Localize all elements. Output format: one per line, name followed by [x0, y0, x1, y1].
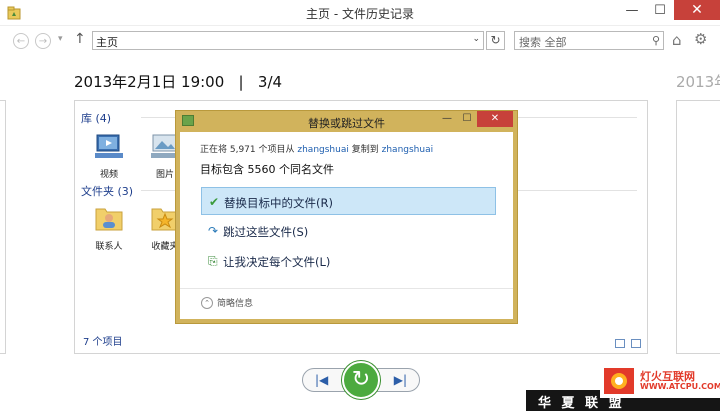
watermark-site-url: WWW.ATCPU.COM: [640, 382, 720, 391]
dialog-maximize-button[interactable]: ☐: [457, 111, 477, 127]
view-toggle: [615, 339, 641, 348]
copy-mid: 复制到: [351, 145, 379, 155]
divider: [180, 288, 513, 289]
copy-progress-line: 正在将 5,971 个项目从 zhangshuai 复制到 zhangshuai: [200, 142, 433, 155]
search-input[interactable]: 搜索 全部 ⚲: [514, 31, 664, 50]
fewer-details-toggle[interactable]: ⌃ 简略信息: [201, 296, 253, 309]
folder-item-contacts[interactable]: 联系人: [89, 203, 129, 252]
address-text: 主页: [96, 36, 118, 49]
video-library-icon: [95, 134, 123, 158]
window-controls: — ☐ ✕: [618, 0, 720, 26]
recent-locations-button[interactable]: ▾: [58, 34, 63, 44]
dialog-window-controls: — ☐ ✕: [437, 111, 513, 127]
library-group-label: 库 (4): [81, 112, 112, 125]
address-dropdown-icon[interactable]: ⌄: [472, 34, 480, 44]
option-label: 替换目标中的文件(R): [224, 196, 333, 210]
conflict-summary: 目标包含 5560 个同名文件: [200, 163, 334, 176]
dialog-title-bar[interactable]: 替换或跳过文件 — ☐ ✕: [176, 111, 517, 131]
back-button[interactable]: ←: [13, 33, 29, 49]
skip-arrow-icon: ↷: [208, 224, 219, 238]
address-bar[interactable]: 主页 ⌄: [92, 31, 484, 50]
forward-button[interactable]: →: [35, 33, 51, 49]
fewer-details-label: 简略信息: [217, 299, 254, 309]
copy-prefix: 正在将 5,971 个项目从: [200, 145, 295, 155]
skip-files-option[interactable]: ↷ 跳过这些文件(S): [201, 217, 496, 245]
copy-destination-link[interactable]: zhangshuai: [382, 145, 433, 155]
close-button[interactable]: ✕: [674, 0, 720, 20]
snapshot-date-label: 2013年2月1日 19:00 | 3/4: [74, 73, 283, 91]
decide-each-file-option[interactable]: ⎘ 让我决定每个文件(L): [201, 247, 496, 275]
next-snapshot-date-label: 2013年: [676, 73, 720, 91]
checkmark-icon: ✔: [209, 195, 220, 209]
minimize-button[interactable]: —: [618, 0, 646, 20]
home-icon[interactable]: ⌂: [672, 31, 682, 49]
folder-group-label: 文件夹 (3): [81, 185, 134, 198]
refresh-button[interactable]: ↻: [486, 31, 505, 50]
next-snapshot-pane[interactable]: [676, 100, 720, 354]
previous-snapshot-pane[interactable]: [0, 100, 6, 354]
copy-source-link[interactable]: zhangshuai: [297, 145, 348, 155]
replace-or-skip-dialog: 替换或跳过文件 — ☐ ✕ 正在将 5,971 个项目从 zhangshuai …: [175, 110, 518, 324]
item-count: 7 个项目: [83, 337, 123, 348]
chevron-up-icon: ⌃: [201, 296, 213, 309]
watermark-logo-icon: [604, 368, 634, 394]
dialog-minimize-button[interactable]: —: [437, 111, 457, 127]
large-icons-view-icon[interactable]: [631, 339, 641, 348]
folder-group-header[interactable]: 文件夹 (3): [81, 183, 133, 199]
option-label: 让我决定每个文件(L): [223, 255, 331, 269]
search-placeholder: 搜索 全部: [519, 36, 567, 49]
title-bar: 主页 - 文件历史记录 — ☐ ✕: [0, 0, 720, 26]
compare-files-icon: ⎘: [208, 254, 218, 268]
contacts-folder-icon: [95, 208, 123, 231]
up-button[interactable]: ↑: [74, 31, 86, 47]
replace-files-option[interactable]: ✔ 替换目标中的文件(R): [201, 187, 496, 215]
library-item-video[interactable]: 视频: [89, 131, 129, 180]
dialog-close-button[interactable]: ✕: [477, 111, 513, 127]
option-label: 跳过这些文件(S): [223, 225, 309, 239]
maximize-button[interactable]: ☐: [646, 0, 674, 20]
gear-icon[interactable]: ⚙: [694, 30, 707, 48]
search-icon[interactable]: ⚲: [652, 34, 660, 47]
previous-version-button[interactable]: |◀: [315, 373, 328, 387]
library-item-label: 视频: [99, 170, 118, 180]
details-view-icon[interactable]: [615, 339, 625, 348]
library-group-header[interactable]: 库 (4): [81, 110, 111, 126]
window-title: 主页 - 文件历史记录: [306, 7, 414, 21]
dialog-body: 正在将 5,971 个项目从 zhangshuai 复制到 zhangshuai…: [180, 132, 513, 319]
address-toolbar: ← → ▾ ↑ 主页 ⌄ ↻ 搜索 全部 ⚲ ⌂ ⚙: [0, 26, 720, 56]
folder-item-label: 联系人: [95, 242, 123, 252]
restore-button[interactable]: ↻: [342, 361, 380, 399]
next-version-button[interactable]: ▶|: [394, 373, 407, 387]
